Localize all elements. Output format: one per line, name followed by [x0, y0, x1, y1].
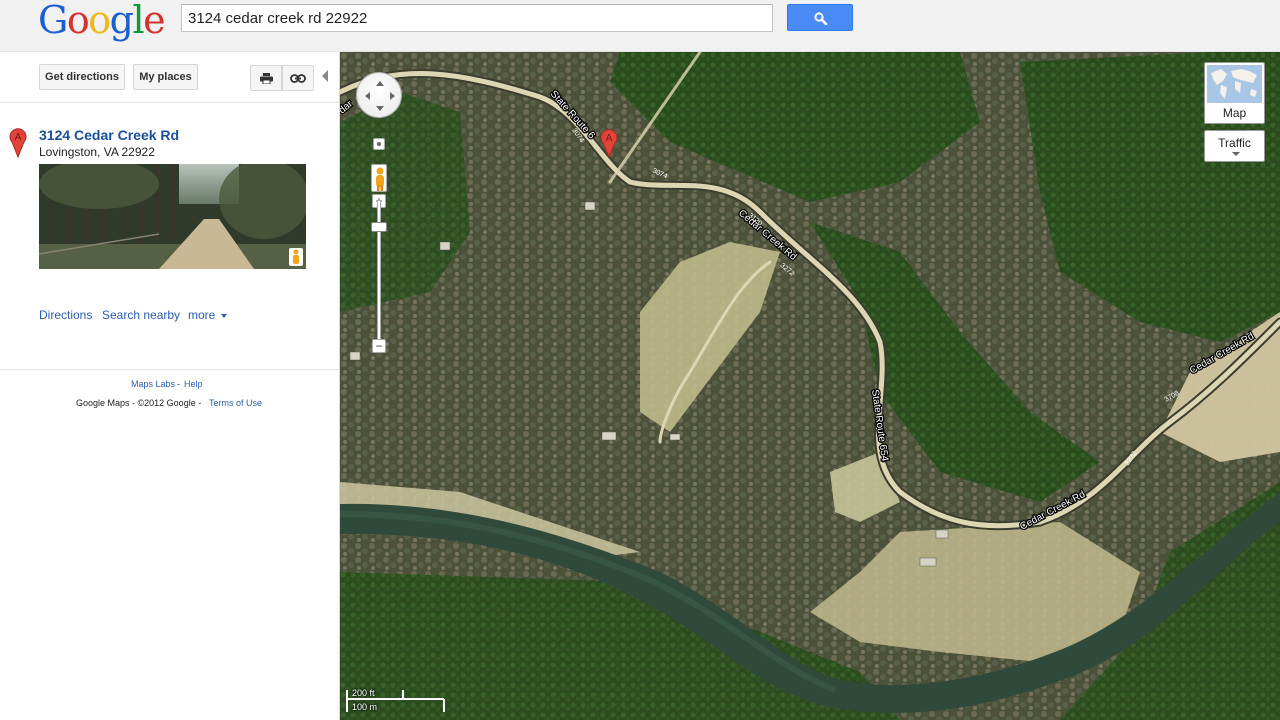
map-type-button[interactable]: Map [1204, 62, 1265, 124]
reset-view-button[interactable] [373, 138, 385, 150]
street-view-thumbnail[interactable] [39, 164, 306, 269]
svg-text:A: A [15, 132, 22, 143]
satellite-imagery: State Route 6 Cedar Creek Rd State Route… [340, 52, 1280, 720]
top-bar: Google [0, 0, 1280, 52]
zoom-out-button[interactable]: − [372, 339, 386, 353]
scale-meters: 100 m [352, 702, 378, 712]
marker-a-icon: A [9, 128, 27, 158]
link-button[interactable] [282, 65, 314, 91]
dot-icon [377, 142, 381, 146]
caret-down-icon [1232, 152, 1240, 156]
traffic-button[interactable]: Traffic [1204, 130, 1265, 162]
svg-text:A: A [606, 133, 613, 144]
result-address: Lovingston, VA 22922 [39, 145, 155, 159]
terms-of-use-link[interactable]: Terms of Use [209, 398, 262, 408]
help-link[interactable]: Help [184, 379, 203, 389]
pegman-icon[interactable] [371, 164, 387, 192]
map-type-label: Map [1222, 106, 1247, 120]
pan-control[interactable] [356, 72, 402, 118]
my-places-button[interactable]: My places [133, 64, 198, 90]
search-nearby-link[interactable]: Search nearby [102, 308, 180, 322]
search-icon [814, 12, 828, 25]
maps-labs-link[interactable]: Maps Labs [131, 379, 175, 389]
pan-arrows-icon [365, 81, 395, 111]
print-button[interactable] [250, 65, 282, 91]
result-title-link[interactable]: 3124 Cedar Creek Rd [39, 127, 179, 143]
directions-link[interactable]: Directions [39, 308, 92, 322]
zoom-slider-track[interactable] [377, 200, 381, 340]
divider [0, 102, 339, 103]
print-icon [259, 72, 273, 84]
satellite-map[interactable]: State Route 6 Cedar Creek Rd State Route… [340, 52, 1280, 720]
pegman-mini-icon [289, 248, 303, 266]
google-logo[interactable]: Google [38, 0, 166, 40]
scale-bar: 200 ft 100 m [346, 686, 446, 716]
collapse-panel-arrow-icon[interactable] [322, 70, 328, 82]
world-map-thumbnail-icon [1207, 65, 1262, 103]
scale-feet: 200 ft [352, 688, 375, 698]
copyright-text: Google Maps - ©2012 Google - [76, 398, 202, 408]
search-button[interactable] [787, 4, 853, 31]
zoom-slider-handle[interactable] [371, 222, 387, 232]
left-panel: Get directions My places A 3124 Cedar Cr… [0, 52, 340, 720]
caret-down-icon [220, 313, 227, 318]
more-dropdown[interactable]: more [188, 308, 227, 322]
traffic-label: Traffic [1218, 136, 1251, 150]
link-icon [290, 73, 306, 83]
more-label: more [188, 308, 216, 322]
street-view-image [39, 164, 306, 269]
footer-separator: - [177, 379, 180, 389]
divider [0, 369, 339, 370]
search-input[interactable] [181, 4, 773, 32]
get-directions-button[interactable]: Get directions [39, 64, 125, 90]
